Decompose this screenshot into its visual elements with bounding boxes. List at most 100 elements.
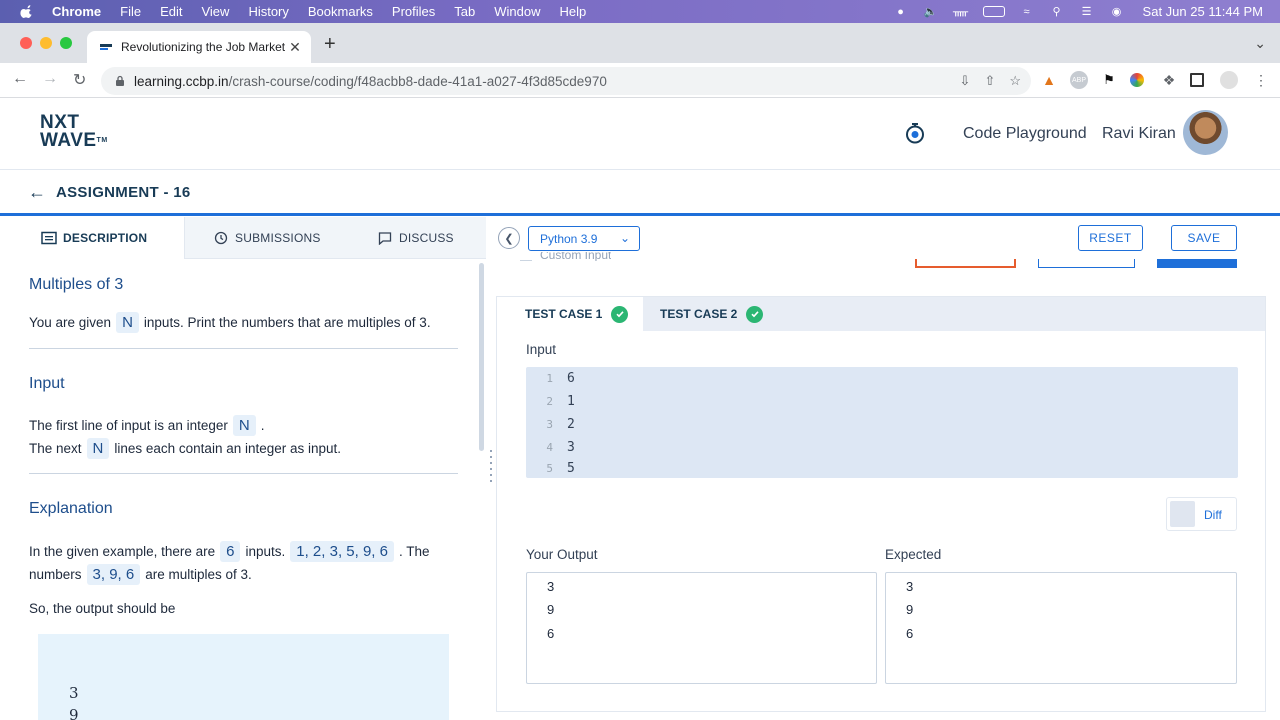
- chrome-menu-icon[interactable]: ⋮: [1252, 71, 1270, 89]
- lock-icon[interactable]: [114, 75, 126, 87]
- input-value: 1: [567, 394, 575, 409]
- apple-icon[interactable]: [20, 4, 34, 19]
- share-icon[interactable]: ⇧: [984, 73, 995, 89]
- zoom-window-button[interactable]: [60, 37, 72, 49]
- clock-icon: [214, 231, 228, 245]
- menu-profiles[interactable]: Profiles: [392, 4, 435, 19]
- sample-output-line: 3: [69, 684, 79, 702]
- menu-bookmarks[interactable]: Bookmarks: [308, 4, 373, 19]
- input-row: 16: [526, 367, 1238, 390]
- browser-tab-active[interactable]: Revolutionizing the Job Market ✕: [87, 31, 311, 63]
- test-console: TEST CASE 1 TEST CASE 2 Input 16 21 32 4…: [496, 296, 1266, 712]
- your-output-label: Your Output: [526, 547, 598, 562]
- back-arrow-icon[interactable]: ←: [28, 182, 46, 203]
- menu-window[interactable]: Window: [494, 4, 540, 19]
- side-panel-icon[interactable]: [1190, 73, 1204, 87]
- submit-button-peek[interactable]: [1157, 259, 1237, 268]
- divider: [29, 473, 458, 474]
- panel-splitter[interactable]: [486, 217, 496, 720]
- app-header: NXT WAVETM Code Playground Ravi Kiran: [0, 98, 1280, 170]
- menu-history[interactable]: History: [248, 4, 288, 19]
- siri-icon[interactable]: ◉: [1109, 6, 1125, 18]
- forward-icon[interactable]: →: [42, 70, 58, 88]
- diff-toggle[interactable]: Diff: [1166, 497, 1237, 531]
- tab-description-label: DESCRIPTION: [63, 231, 148, 245]
- user-status-icon[interactable]: ●: [893, 6, 909, 18]
- language-select[interactable]: Python 3.9 ⌄: [528, 226, 640, 251]
- address-bar[interactable]: learning.ccbp.in/crash-course/coding/f48…: [101, 67, 1031, 95]
- test-input-box[interactable]: 16 21 32 43 55: [526, 367, 1238, 478]
- user-avatar[interactable]: [1183, 110, 1228, 155]
- expected-label: Expected: [885, 547, 942, 562]
- test-case-1-label: TEST CASE 1: [525, 307, 603, 321]
- menu-app-name[interactable]: Chrome: [52, 4, 101, 19]
- control-center-icon[interactable]: ☰: [1079, 6, 1095, 18]
- line-number: 3: [546, 418, 553, 431]
- minimize-window-button[interactable]: [40, 37, 52, 49]
- menu-tab[interactable]: Tab: [454, 4, 475, 19]
- color-picker-extension-icon[interactable]: [1130, 73, 1144, 87]
- input-line2-text-b: lines each contain an integer as input.: [114, 441, 342, 456]
- input-value: 6: [567, 371, 575, 386]
- close-window-button[interactable]: [20, 37, 32, 49]
- stopwatch-icon[interactable]: [904, 122, 926, 144]
- assignment-title: ASSIGNMENT - 16: [56, 184, 191, 201]
- back-icon[interactable]: ←: [12, 70, 28, 88]
- stealth-extension-icon[interactable]: ⚑: [1100, 71, 1118, 89]
- output-intro: So, the output should be: [29, 601, 176, 616]
- profile-avatar-icon[interactable]: [1220, 71, 1238, 89]
- site-favicon-icon: [100, 44, 112, 50]
- input-label: Input: [526, 342, 557, 357]
- tab-discuss[interactable]: DISCUSS: [377, 217, 454, 259]
- battery-icon[interactable]: [982, 6, 1005, 17]
- custom-input-checkbox-peek[interactable]: Custom Input: [520, 252, 611, 261]
- intro-text-a: You are given: [29, 315, 112, 330]
- url-path: /crash-course/coding/f48acbb8-dade-41a1-…: [228, 73, 607, 89]
- menu-help[interactable]: Help: [560, 4, 587, 19]
- menu-edit[interactable]: Edit: [160, 4, 182, 19]
- tab-test-case-1[interactable]: TEST CASE 1: [497, 297, 643, 331]
- expected-line: 3: [906, 579, 914, 594]
- menu-file[interactable]: File: [120, 4, 141, 19]
- output-line: 3: [547, 579, 555, 594]
- user-name[interactable]: Ravi Kiran: [1102, 125, 1176, 143]
- run-button-peek[interactable]: [915, 259, 1016, 268]
- tab-submissions[interactable]: SUBMISSIONS: [213, 217, 321, 259]
- save-button[interactable]: SAVE: [1171, 225, 1237, 251]
- new-tab-icon[interactable]: +: [324, 33, 336, 56]
- sample-output-line: 9: [69, 706, 79, 720]
- explanation-heading: Explanation: [29, 500, 113, 517]
- reload-icon[interactable]: ↻: [73, 70, 86, 90]
- tab-test-case-2[interactable]: TEST CASE 2: [660, 297, 764, 331]
- expected-output-box: 3 9 6: [885, 572, 1237, 684]
- metamask-extension-icon[interactable]: ▲: [1040, 71, 1058, 89]
- secondary-button-peek[interactable]: [1038, 259, 1135, 268]
- close-tab-icon[interactable]: ✕: [287, 39, 303, 56]
- adblock-extension-icon[interactable]: ABP: [1070, 71, 1088, 89]
- tab-description[interactable]: DESCRIPTION: [0, 217, 185, 259]
- drag-handle-icon[interactable]: [490, 450, 492, 484]
- bookmark-star-icon[interactable]: ☆: [1009, 73, 1021, 89]
- install-app-icon[interactable]: ⇩: [960, 73, 971, 89]
- reset-button[interactable]: RESET: [1078, 225, 1143, 251]
- input-value: 2: [567, 417, 575, 432]
- nxtwave-logo[interactable]: NXT WAVETM: [40, 113, 108, 150]
- browser-toolbar: ← → ↻ learning.ccbp.in/crash-course/codi…: [0, 63, 1280, 98]
- custom-input-label: Custom Input: [540, 252, 612, 261]
- volume-icon[interactable]: 🔈: [923, 6, 939, 18]
- extensions-puzzle-icon[interactable]: ❖: [1160, 71, 1178, 89]
- tab-search-chevron-icon[interactable]: ⌄: [1254, 35, 1266, 52]
- collapse-panel-chevron-icon[interactable]: ❮: [498, 227, 520, 249]
- menubar-clock[interactable]: Sat Jun 25 11:44 PM: [1143, 4, 1263, 19]
- output-line: 9: [547, 602, 555, 617]
- menu-view[interactable]: View: [201, 4, 229, 19]
- bluetooth-icon[interactable]: ᚅ: [953, 6, 969, 18]
- code-playground-link[interactable]: Code Playground: [963, 125, 1087, 143]
- problem-tabs: DESCRIPTION SUBMISSIONS DISCUSS: [0, 217, 486, 259]
- line-number: 1: [546, 372, 553, 385]
- spotlight-search-icon[interactable]: ⚲: [1049, 6, 1065, 18]
- wifi-icon[interactable]: ≈: [1019, 6, 1035, 18]
- diff-switch[interactable]: [1170, 501, 1195, 527]
- output-line: 6: [547, 626, 555, 641]
- description-scrollbar[interactable]: [479, 263, 484, 451]
